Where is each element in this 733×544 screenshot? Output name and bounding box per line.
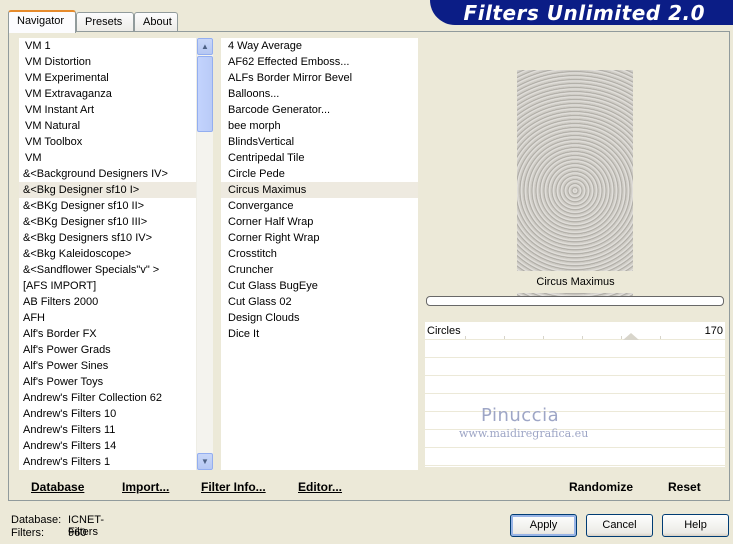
title-banner: Filters Unlimited 2.0 — [430, 0, 733, 25]
filter-item[interactable]: BlindsVertical — [221, 134, 418, 150]
filter-item[interactable]: Barcode Generator... — [221, 102, 418, 118]
filter-item[interactable]: 4 Way Average — [221, 38, 418, 54]
reset-button[interactable]: Reset — [668, 480, 701, 494]
filter-item[interactable]: Corner Half Wrap — [221, 214, 418, 230]
param-row-circles[interactable]: Circles 170 — [425, 322, 725, 340]
randomize-button[interactable]: Randomize — [569, 480, 633, 494]
filter-item[interactable]: bee morph — [221, 118, 418, 134]
category-item[interactable]: VM Natural — [19, 118, 196, 134]
category-list[interactable]: VM 1 VM Distortion VM Experimental VM Extra… — [19, 38, 196, 470]
category-item[interactable]: &<Background Designers IV> — [19, 166, 196, 182]
filter-item[interactable]: Circus Maximus — [221, 182, 418, 198]
filter-item[interactable]: Corner Right Wrap — [221, 230, 418, 246]
category-item[interactable]: VM — [19, 150, 196, 166]
filter-item[interactable]: Crosstitch — [221, 246, 418, 262]
category-item[interactable]: Alf's Border FX — [19, 326, 196, 342]
scroll-down-icon[interactable]: ▼ — [197, 453, 213, 470]
category-item[interactable]: &<Sandflower Specials"v" > — [19, 262, 196, 278]
tab-about[interactable]: About — [134, 12, 178, 32]
cancel-button[interactable]: Cancel — [586, 514, 653, 537]
category-item[interactable]: Andrew's Filters 11 — [19, 422, 196, 438]
filter-item[interactable]: Circle Pede — [221, 166, 418, 182]
slider-ticks — [465, 336, 685, 339]
filter-item[interactable]: Convergance — [221, 198, 418, 214]
apply-button[interactable]: Apply — [510, 514, 577, 537]
filter-item[interactable]: Cut Glass BugEye — [221, 278, 418, 294]
category-item[interactable]: VM 1 — [19, 38, 196, 54]
slider-caret-icon[interactable] — [623, 333, 639, 340]
banner-title: Filters Unlimited 2.0 — [463, 1, 705, 25]
category-item[interactable]: VM Instant Art — [19, 102, 196, 118]
database-button[interactable]: Database — [31, 480, 84, 494]
parameter-panel: Circles 170 — [425, 322, 725, 467]
status-database: Database: ICNET-Filters — [11, 514, 105, 538]
filter-item[interactable]: Centripedal Tile — [221, 150, 418, 166]
category-item[interactable]: &<Bkg Designers sf10 IV> — [19, 230, 196, 246]
filter-item[interactable]: AF62 Effected Emboss... — [221, 54, 418, 70]
filter-item[interactable]: Cruncher — [221, 262, 418, 278]
tab-navigator[interactable]: Navigator — [8, 10, 76, 33]
help-button[interactable]: Help — [662, 514, 729, 537]
scroll-up-icon[interactable]: ▲ — [197, 38, 213, 55]
category-item[interactable]: [AFS IMPORT] — [19, 278, 196, 294]
watermark-name: Pinuccia — [481, 405, 560, 426]
category-item[interactable]: Alf's Power Sines — [19, 358, 196, 374]
category-item[interactable]: &<BKg Designer sf10 III> — [19, 214, 196, 230]
watermark-url: www.maidiregrafica.eu — [459, 427, 589, 440]
category-item[interactable]: AFH — [19, 310, 196, 326]
category-item[interactable]: Andrew's Filters 1 — [19, 454, 196, 470]
category-item[interactable]: AB Filters 2000 — [19, 294, 196, 310]
category-scrollbar[interactable]: ▲ ▼ — [196, 38, 213, 470]
category-item[interactable]: Andrew's Filters 14 — [19, 438, 196, 454]
filter-item[interactable]: Balloons... — [221, 86, 418, 102]
filter-item[interactable]: Dice It — [221, 326, 418, 342]
editor-button[interactable]: Editor... — [298, 480, 342, 494]
preview-image — [517, 70, 633, 302]
filter-info-button[interactable]: Filter Info... — [201, 480, 266, 494]
import-button[interactable]: Import... — [122, 480, 169, 494]
status-filters: Filters: 960 — [11, 527, 87, 539]
category-item[interactable]: &<Bkg Designer sf10 I> — [19, 182, 196, 198]
filter-item[interactable]: Design Clouds — [221, 310, 418, 326]
category-item[interactable]: Alf's Power Toys — [19, 374, 196, 390]
category-item[interactable]: Andrew's Filters 10 — [19, 406, 196, 422]
filter-list[interactable]: 4 Way Average AF62 Effected Emboss... ALFs… — [221, 38, 418, 470]
category-item[interactable]: VM Distortion — [19, 54, 196, 70]
filter-item[interactable]: Cut Glass 02 — [221, 294, 418, 310]
category-item[interactable]: &<Bkg Kaleidoscope> — [19, 246, 196, 262]
category-item[interactable]: Alf's Power Grads — [19, 342, 196, 358]
navigator-panel: VM 1 VM Distortion VM Experimental VM Extra… — [8, 31, 730, 501]
param-value: 170 — [704, 325, 723, 337]
scroll-thumb[interactable] — [197, 56, 213, 132]
category-item[interactable]: Andrew's Filter Collection 62 — [19, 390, 196, 406]
preview-caption: Circus Maximus — [426, 271, 725, 293]
filter-item[interactable]: ALFs Border Mirror Bevel — [221, 70, 418, 86]
category-item[interactable]: VM Toolbox — [19, 134, 196, 150]
param-label: Circles — [427, 325, 461, 337]
category-item[interactable]: VM Experimental — [19, 70, 196, 86]
category-item[interactable]: VM Extravaganza — [19, 86, 196, 102]
tab-presets[interactable]: Presets — [76, 12, 134, 32]
progress-bar — [426, 296, 724, 306]
category-item[interactable]: &<BKg Designer sf10 II> — [19, 198, 196, 214]
